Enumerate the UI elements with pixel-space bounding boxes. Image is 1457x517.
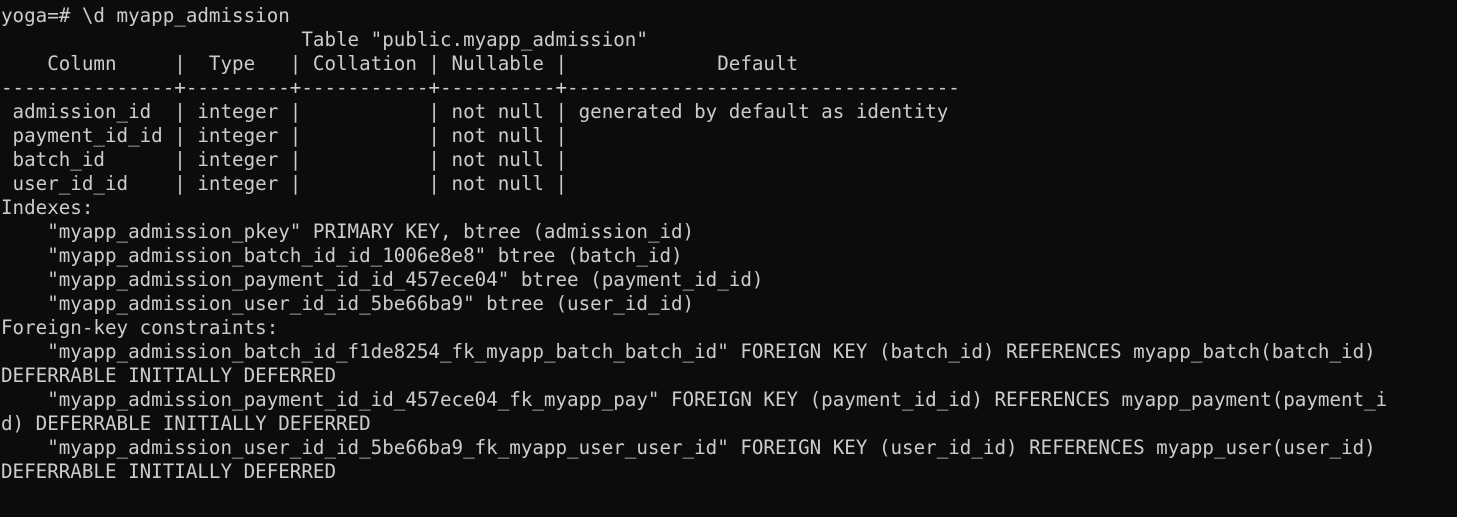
index-line: "myapp_admission_user_id_id_5be66ba9" bt… [1,292,695,315]
foreign-key-line: "myapp_admission_payment_id_id_457ece04_… [1,388,1388,411]
table-row: user_id_id | integer | | not null | [1,172,568,195]
foreign-key-line: "myapp_admission_user_id_id_5be66ba9_fk_… [1,436,1376,459]
foreign-key-line: DEFERRABLE INITIALLY DEFERRED [1,460,337,483]
index-line: "myapp_admission_payment_id_id_457ece04"… [1,268,764,291]
foreign-key-line: d) DEFERRABLE INITIALLY DEFERRED [1,412,371,435]
prompt-line: yoga=# \d myapp_admission [1,4,290,27]
table-row: admission_id | integer | | not null | ge… [1,100,949,123]
indexes-heading: Indexes: [1,196,94,219]
terminal-window[interactable]: yoga=# \d myapp_admission Table "public.… [0,0,1457,517]
index-line: "myapp_admission_pkey" PRIMARY KEY, btre… [1,220,695,243]
table-row: batch_id | integer | | not null | [1,148,568,171]
table-separator: ---------------+---------+-----------+--… [1,76,960,99]
foreign-key-line: DEFERRABLE INITIALLY DEFERRED [1,364,337,387]
foreign-key-line: "myapp_admission_batch_id_f1de8254_fk_my… [1,340,1376,363]
table-title: Table "public.myapp_admission" [1,28,648,51]
foreign-key-heading: Foreign-key constraints: [1,316,279,339]
index-line: "myapp_admission_batch_id_id_1006e8e8" b… [1,244,683,267]
table-header: Column | Type | Collation | Nullable | D… [1,52,799,75]
table-row: payment_id_id | integer | | not null | [1,124,568,147]
